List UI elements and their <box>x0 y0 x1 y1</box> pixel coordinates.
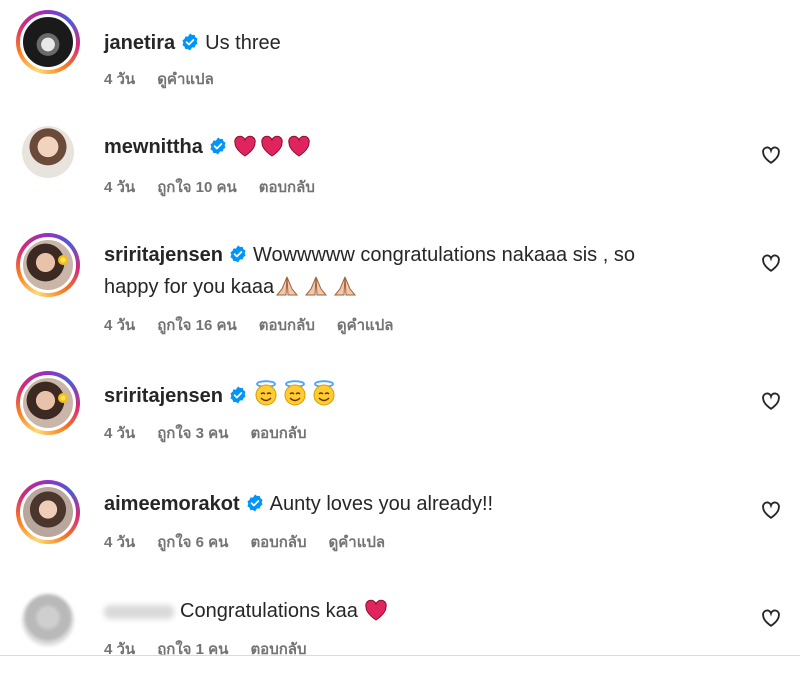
avatar-image <box>20 375 76 431</box>
comment-text: Congratulations kaa <box>180 600 358 622</box>
bottom-divider <box>0 655 800 674</box>
comment-line-2: happy for you kaaa <box>104 272 361 302</box>
avatar-image <box>20 14 76 70</box>
heart-icon <box>261 135 283 157</box>
comment-time[interactable]: 4 วัน <box>104 71 135 88</box>
comment-line: sriritajensen <box>104 380 340 411</box>
verified-badge-icon <box>230 386 246 404</box>
comment-meta: 4 วัน ถูกใจ 3 คน ตอบกลับ <box>104 424 329 444</box>
folded-hands-icon <box>334 276 357 296</box>
smiling-face-with-halo-icon <box>284 380 306 406</box>
comment-time[interactable]: 4 วัน <box>104 179 135 196</box>
comment-time[interactable]: 4 วัน <box>104 425 135 442</box>
reply-button[interactable]: ตอบกลับ <box>259 179 315 196</box>
see-translation-button[interactable]: ดูคำแปล <box>157 71 214 88</box>
flower-accent <box>58 255 68 265</box>
heart-outline-icon[interactable] <box>760 390 782 412</box>
comment-time[interactable]: 4 วัน <box>104 317 135 334</box>
comments-panel: janetira Us three 4 วัน ดูคำแปล mewnittha … <box>0 0 800 674</box>
smiling-face-with-halo-icon <box>255 380 277 406</box>
reply-button[interactable]: ตอบกลับ <box>250 425 306 442</box>
avatar-image <box>20 237 76 293</box>
avatar-image <box>22 126 74 178</box>
comment-meta: 4 วัน ถูกใจ 6 คน ตอบกลับ ดูคำแปล <box>104 533 407 553</box>
comment-username[interactable]: sriritajensen <box>104 385 223 407</box>
folded-hands-icon <box>276 276 299 296</box>
heart-outline-icon[interactable] <box>760 499 782 521</box>
comment-username[interactable]: mewnittha <box>104 136 203 158</box>
comment-username[interactable]: janetira <box>104 32 175 54</box>
flower-accent <box>58 393 68 403</box>
likes-count-button[interactable]: ถูกใจ 3 คน <box>157 425 228 442</box>
avatar[interactable] <box>16 480 80 544</box>
heart-icon <box>234 135 256 157</box>
verified-badge-icon <box>230 245 246 263</box>
avatar-image <box>20 484 76 540</box>
see-translation-button[interactable]: ดูคำแปล <box>337 317 394 334</box>
folded-hands-icon <box>305 276 328 296</box>
comment-line: mewnittha <box>104 132 314 162</box>
heart-outline-icon[interactable] <box>760 144 782 166</box>
heart-icon <box>288 135 310 157</box>
comment-text: Us three <box>205 32 281 54</box>
comment-text: Wowwwww congratulations nakaaa sis , so <box>252 244 635 266</box>
verified-badge-icon <box>210 137 226 155</box>
heart-outline-icon[interactable] <box>760 252 782 274</box>
avatar[interactable] <box>16 588 80 652</box>
likes-count-button[interactable]: ถูกใจ 6 คน <box>157 534 228 551</box>
smiling-face-with-halo-icon <box>313 380 335 406</box>
reply-button[interactable]: ตอบกลับ <box>250 534 306 551</box>
blurred-username <box>104 604 174 619</box>
verified-badge-icon <box>247 494 263 512</box>
avatar[interactable] <box>16 371 80 435</box>
comment-line: Congratulations kaa <box>104 596 391 626</box>
heart-outline-icon[interactable] <box>760 607 782 629</box>
verified-badge-icon <box>182 33 198 51</box>
comment-line: sriritajensen Wowwwww congratulations nak… <box>104 240 635 270</box>
comment-text: Aunty loves you already!! <box>269 493 494 515</box>
avatar[interactable] <box>16 233 80 297</box>
comment-meta: 4 วัน ดูคำแปล <box>104 70 236 90</box>
comment-meta: 4 วัน ถูกใจ 10 คน ตอบกลับ <box>104 178 337 198</box>
heart-icon <box>365 599 387 621</box>
comment-username[interactable]: sriritajensen <box>104 244 223 266</box>
likes-count-button[interactable]: ถูกใจ 16 คน <box>157 317 237 334</box>
reply-button[interactable]: ตอบกลับ <box>259 317 315 334</box>
comment-username[interactable]: aimeemorakot <box>104 493 240 515</box>
avatar[interactable] <box>16 120 80 184</box>
avatar-image <box>22 594 74 646</box>
comment-line: janetira Us three <box>104 28 281 58</box>
likes-count-button[interactable]: ถูกใจ 10 คน <box>157 179 237 196</box>
comment-line: aimeemorakot Aunty loves you already!! <box>104 489 493 519</box>
comment-time[interactable]: 4 วัน <box>104 534 135 551</box>
comment-text-line2: happy for you kaaa <box>104 276 275 298</box>
avatar[interactable] <box>16 10 80 74</box>
see-translation-button[interactable]: ดูคำแปล <box>329 534 386 551</box>
comment-meta: 4 วัน ถูกใจ 16 คน ตอบกลับ ดูคำแปล <box>104 316 415 336</box>
